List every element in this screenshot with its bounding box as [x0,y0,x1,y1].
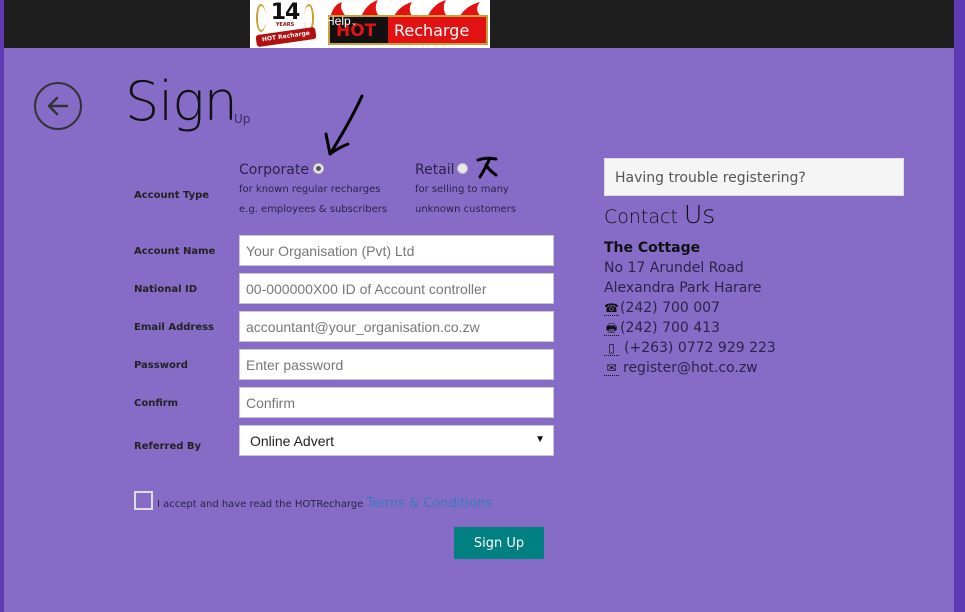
retail-radio[interactable] [457,163,468,174]
arrow-left-icon [47,96,69,116]
contact-phone: ☎ (242) 700 007 [604,298,776,318]
terms-conditions-link[interactable]: Terms & Conditions [367,496,493,511]
contact-email: ✉ register@hot.co.zw [604,358,776,378]
contact-address-line2: Alexandra Park Harare [604,280,762,296]
referred-by-label: Referred By [134,441,202,452]
envelope-icon: ✉ [604,360,619,376]
password-label: Password [134,360,188,371]
help-menu[interactable]: Help⌄ [326,14,357,28]
trouble-registering-panel[interactable]: Having trouble registering? [604,158,904,196]
account-type-label: Account Type [134,190,210,201]
hand-drawn-x-annotation [476,156,498,179]
logo-recharge-text: Recharge [394,21,470,40]
accept-terms-label: I accept and have read the HOTRecharge [157,499,364,510]
contact-title-big: Us [683,200,716,229]
account-name-input[interactable] [239,235,554,266]
corporate-desc-line1: for known regular recharges [239,184,381,195]
phone-number: (242) 700 007 [620,300,720,316]
badge-ribbon: HOT Recharge [255,26,317,48]
contact-fax: 🖶 (242) 700 413 [604,318,776,338]
page-title: Sign [125,70,238,133]
caret-down-icon: ▼ [535,434,545,445]
accept-terms-text: I accept and have read the HOTRecharge T… [157,496,492,511]
account-name-label: Account Name [134,246,216,257]
contact-mobile: ▯ (+263) 0772 929 223 [604,338,776,358]
retail-desc: for selling to many unknown customers [415,180,516,220]
retail-desc-line1: for selling to many [415,184,509,195]
national-id-input[interactable] [239,273,554,304]
corporate-option-label[interactable]: Corporate [239,162,309,178]
help-label: Help [326,14,351,28]
anniversary-badge-logo: 14 YEARS HOT Recharge [250,0,320,48]
mobile-number: (+263) 0772 929 223 [624,340,776,356]
email-address-label: Email Address [134,322,215,333]
email-address-input[interactable] [239,311,554,342]
back-button[interactable] [34,82,82,130]
confirm-password-input[interactable] [239,387,554,418]
confirm-label: Confirm [134,398,179,409]
contact-us-heading: Contact Us [604,200,715,229]
retail-desc-line2: unknown customers [415,204,516,215]
contact-address-line1: No 17 Arundel Road [604,260,744,276]
corporate-desc: for known regular recharges e.g. employe… [239,180,387,220]
retail-option-label[interactable]: Retail [415,162,455,178]
referred-by-select[interactable]: Online Advert ▼ [239,425,554,456]
corporate-radio[interactable] [313,163,324,174]
sign-up-button[interactable]: Sign Up [454,527,544,559]
chevron-down-icon: ⌄ [350,18,358,27]
password-input[interactable] [239,349,554,380]
referred-by-value: Online Advert [250,433,335,449]
national-id-label: National ID [134,284,197,295]
page: 14 YEARS HOT Recharge HOT Recharge Help⌄… [4,0,954,612]
hand-drawn-arrow-annotation [324,94,364,156]
contact-title-word: Contact [604,206,678,228]
corporate-desc-line2: e.g. employees & subscribers [239,204,388,215]
mobile-phone-icon: ▯ [604,340,619,356]
phone-icon: ☎ [604,301,619,316]
page-title-sub: Up [234,112,251,126]
contact-name: The Cottage [604,240,701,256]
fax-icon: 🖶 [604,321,619,336]
accept-terms-checkbox[interactable] [134,491,153,510]
email-address[interactable]: register@hot.co.zw [623,358,758,378]
fax-number: (242) 700 413 [620,320,720,336]
contact-details: The Cottage No 17 Arundel Road Alexandra… [604,238,776,378]
